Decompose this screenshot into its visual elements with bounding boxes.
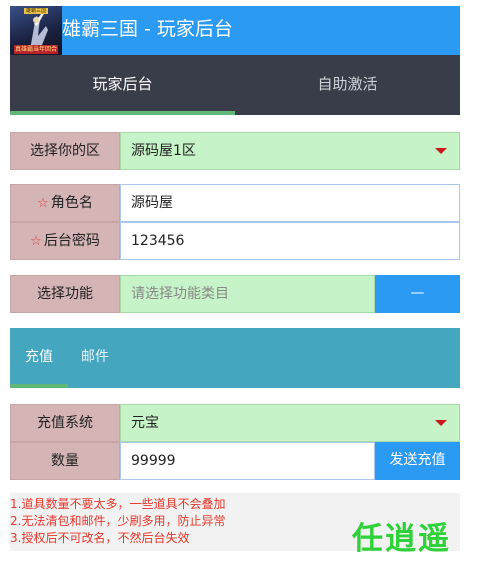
tab-label: 自助激活 (317, 75, 378, 93)
active-subtab-indicator (10, 384, 68, 388)
quantity-input[interactable]: 99999 (120, 442, 375, 480)
main-tab-bar: 玩家后台 自助激活 (10, 55, 460, 115)
password-input[interactable]: 123456 (120, 222, 460, 260)
server-select[interactable]: 源码屋1区 (120, 132, 460, 170)
function-button[interactable]: — (375, 275, 460, 313)
role-name-label: ☆ 角色名 (10, 184, 120, 222)
function-select-row: 选择功能 请选择功能类目 — (10, 275, 460, 313)
recharge-system-row: 充值系统 元宝 (10, 404, 460, 442)
required-star-icon: ☆ (37, 196, 49, 211)
role-name-label-text: 角色名 (50, 195, 93, 211)
notice-line: 1.道具数量不要太多，一些道具不会叠加 (10, 497, 226, 511)
quantity-value: 99999 (131, 453, 176, 469)
recharge-system-select[interactable]: 元宝 (120, 404, 460, 442)
password-label: ☆ 后台密码 (10, 222, 120, 260)
logo-badge-text: 真雄霸当年回合 (14, 45, 58, 54)
recharge-system-label: 充值系统 (10, 404, 120, 442)
required-star-icon: ☆ (30, 234, 42, 249)
role-name-value: 源码屋 (131, 195, 173, 211)
password-row: ☆ 后台密码 123456 (10, 222, 460, 260)
send-recharge-button[interactable]: 发送充值 (375, 442, 460, 480)
tab-label: 充值 (25, 349, 53, 365)
logo-top-text: 雄霸三国 (24, 8, 48, 14)
tab-self-activate[interactable]: 自助激活 (235, 55, 460, 115)
password-value: 123456 (131, 233, 185, 249)
quantity-row: 数量 99999 发送充值 (10, 442, 460, 480)
brand-watermark: 任逍遥 (352, 521, 451, 557)
app-header: 雄霸三国 真雄霸当年回合 雄霸三国 - 玩家后台 (10, 6, 460, 58)
function-placeholder: 请选择功能类目 (131, 286, 229, 302)
game-logo: 雄霸三国 真雄霸当年回合 (10, 6, 62, 58)
server-select-row: 选择你的区 源码屋1区 (10, 132, 460, 170)
tab-player-backend[interactable]: 玩家后台 (10, 55, 235, 115)
dropdown-arrow-icon (435, 148, 447, 154)
active-tab-indicator (10, 111, 235, 115)
page-title: 雄霸三国 - 玩家后台 (62, 18, 233, 40)
role-name-input[interactable]: 源码屋 (120, 184, 460, 222)
tab-recharge[interactable]: 充值 (25, 328, 53, 384)
recharge-system-value: 元宝 (131, 415, 159, 431)
sub-tab-bar: 充值 邮件 (10, 328, 460, 388)
function-select[interactable]: 请选择功能类目 (120, 275, 375, 313)
server-value: 源码屋1区 (131, 143, 196, 159)
tab-label: 邮件 (81, 349, 109, 365)
password-label-text: 后台密码 (43, 233, 100, 249)
quantity-label: 数量 (10, 442, 120, 480)
tab-mail[interactable]: 邮件 (81, 328, 109, 384)
dropdown-arrow-icon (435, 420, 447, 426)
function-label: 选择功能 (10, 275, 120, 313)
tab-label: 玩家后台 (92, 75, 153, 93)
role-name-row: ☆ 角色名 源码屋 (10, 184, 460, 222)
server-label: 选择你的区 (10, 132, 120, 170)
